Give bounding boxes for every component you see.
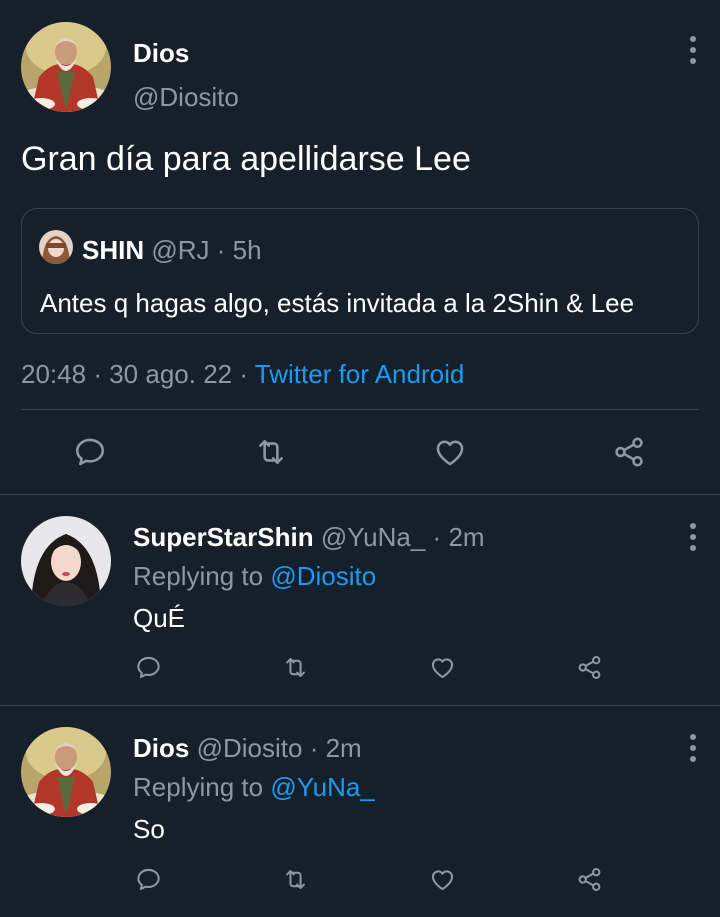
reply-author-handle[interactable]: @YuNa_ bbox=[321, 522, 425, 552]
reply-avatar[interactable] bbox=[21, 727, 111, 817]
divider bbox=[0, 705, 720, 706]
retweet-icon bbox=[282, 654, 309, 681]
meta-separator: · bbox=[93, 359, 102, 389]
divider bbox=[21, 409, 699, 410]
reply-text: So bbox=[133, 814, 165, 844]
more-vertical-icon bbox=[690, 523, 696, 529]
retweet-icon bbox=[282, 866, 309, 893]
reply-author-name[interactable]: Dios bbox=[133, 733, 189, 763]
meta-separator: · bbox=[239, 359, 249, 389]
share-icon bbox=[576, 866, 603, 893]
reply-icon bbox=[135, 866, 162, 893]
more-vertical-icon bbox=[690, 734, 696, 740]
reply-separator: · bbox=[309, 733, 319, 763]
quoted-tweet[interactable]: SHIN @RJ · 5h Antes q hagas algo, estás … bbox=[21, 208, 699, 334]
reply-icon bbox=[73, 435, 107, 469]
share-icon bbox=[576, 654, 603, 681]
reply-author-name[interactable]: SuperStarShin bbox=[133, 522, 314, 552]
more-options-button[interactable] bbox=[688, 734, 698, 762]
god-painting-avatar-image bbox=[21, 22, 111, 112]
reply-author-handle[interactable]: @Diosito bbox=[197, 733, 303, 763]
reply-time: 2m bbox=[448, 522, 485, 552]
reply-button[interactable] bbox=[73, 435, 107, 469]
more-vertical-icon bbox=[690, 36, 696, 42]
reply-button[interactable] bbox=[135, 654, 162, 681]
heart-icon bbox=[429, 654, 456, 681]
tweet-date: 30 ago. 22 bbox=[109, 359, 233, 389]
tweet-time: 20:48 bbox=[21, 359, 87, 389]
tweet-text: Gran día para apellidarse Lee bbox=[21, 140, 471, 178]
quoted-separator: · bbox=[216, 235, 226, 265]
more-options-button[interactable] bbox=[688, 523, 698, 551]
quoted-text: Antes q hagas algo, estás invitada a la … bbox=[40, 288, 635, 318]
author-avatar[interactable] bbox=[21, 22, 111, 112]
tweet-source-link[interactable]: Twitter for Android bbox=[255, 359, 465, 389]
retweet-button[interactable] bbox=[282, 654, 309, 681]
like-button[interactable] bbox=[433, 435, 467, 469]
retweet-button[interactable] bbox=[254, 435, 288, 469]
share-button[interactable] bbox=[576, 654, 603, 681]
more-options-button[interactable] bbox=[688, 36, 698, 64]
replying-to-link[interactable]: @YuNa_ bbox=[270, 772, 374, 802]
quoted-author-name: SHIN bbox=[82, 235, 145, 265]
reply-avatar[interactable] bbox=[21, 516, 111, 606]
replying-to-label: Replying to bbox=[133, 561, 264, 591]
heart-icon bbox=[433, 435, 467, 469]
reply-button[interactable] bbox=[135, 866, 162, 893]
quoted-author-handle: @RJ bbox=[151, 235, 210, 265]
like-button[interactable] bbox=[429, 866, 456, 893]
share-icon bbox=[612, 435, 646, 469]
share-button[interactable] bbox=[612, 435, 646, 469]
reply-text: QuÉ bbox=[133, 603, 186, 633]
quoted-author-avatar bbox=[39, 230, 73, 264]
author-handle[interactable]: @Diosito bbox=[133, 82, 239, 113]
god-painting-avatar-image bbox=[21, 727, 111, 817]
divider bbox=[0, 494, 720, 495]
quoted-time: 5h bbox=[232, 235, 262, 265]
retweet-button[interactable] bbox=[282, 866, 309, 893]
reply-time: 2m bbox=[325, 733, 362, 763]
reply-separator: · bbox=[432, 522, 442, 552]
woman-avatar-image bbox=[21, 516, 111, 606]
heart-icon bbox=[429, 866, 456, 893]
author-name[interactable]: Dios bbox=[133, 38, 189, 69]
like-button[interactable] bbox=[429, 654, 456, 681]
retweet-icon bbox=[254, 435, 288, 469]
replying-to-label: Replying to bbox=[133, 772, 264, 802]
replying-to-link[interactable]: @Diosito bbox=[270, 561, 376, 591]
reply-icon bbox=[135, 654, 162, 681]
share-button[interactable] bbox=[576, 866, 603, 893]
